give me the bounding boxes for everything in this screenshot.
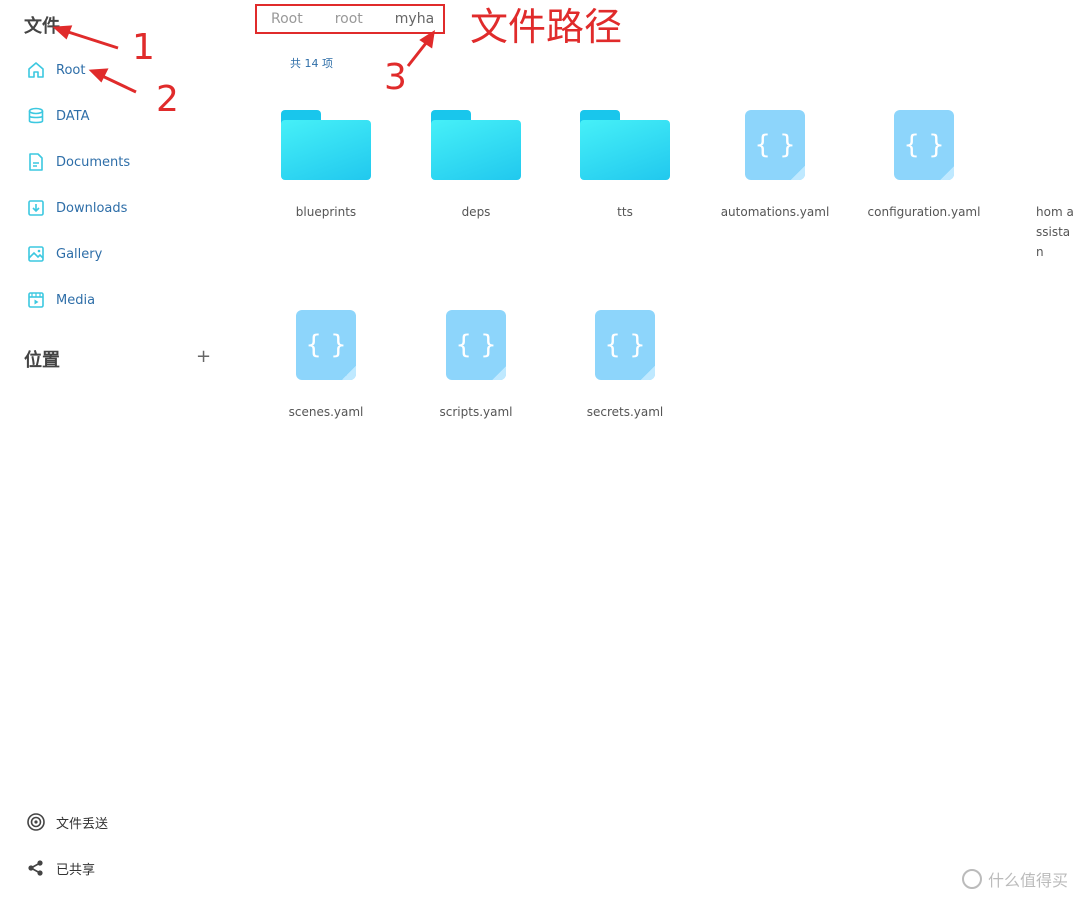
annotation-number: 3 [384, 57, 407, 98]
annotation-arrows [52, 25, 435, 94]
annotation-number: 1 [132, 27, 155, 68]
watermark-text: 什么值得买 [987, 871, 1068, 890]
watermark-logo-icon [961, 869, 982, 889]
annotation-number: 2 [156, 79, 179, 120]
watermark: 什么值得买 [961, 867, 1068, 891]
